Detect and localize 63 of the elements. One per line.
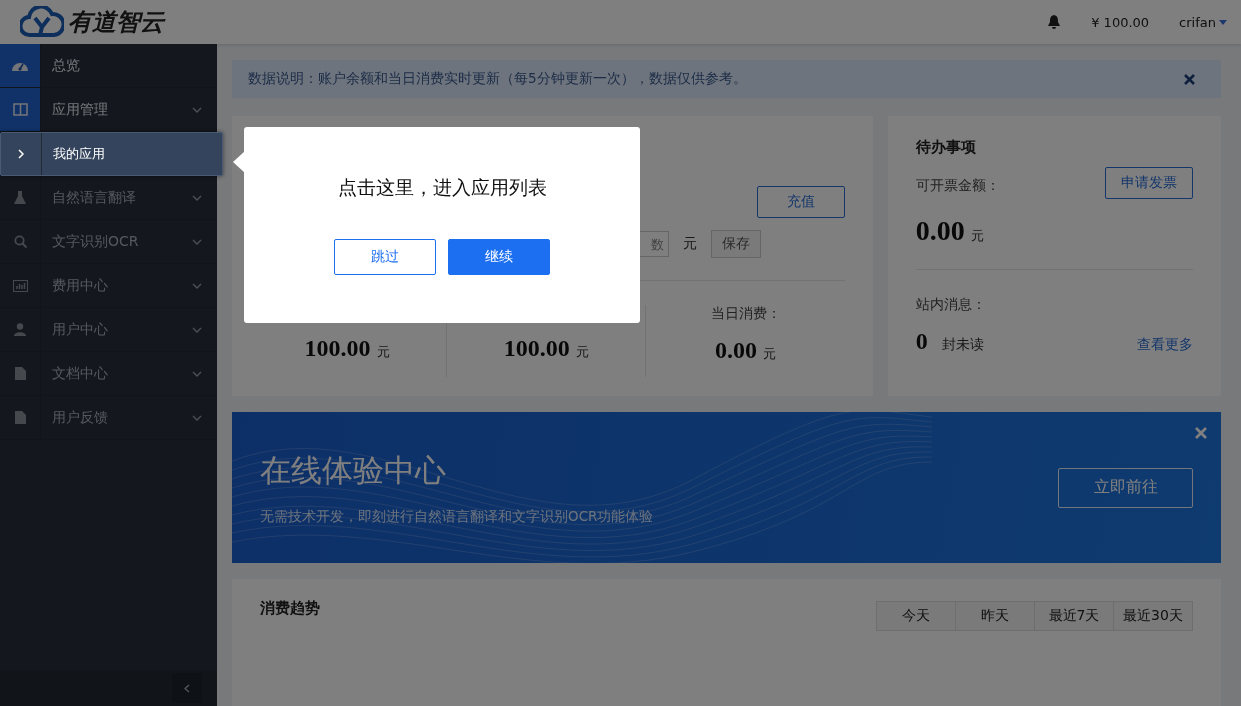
account-balance: ¥ 100.00 [1091, 14, 1150, 30]
stat-label: 当日消费： [710, 305, 781, 323]
unit-label: 元 [376, 343, 390, 361]
unit-label: 元 [763, 345, 777, 363]
columns-icon [12, 103, 28, 116]
skip-button[interactable]: 跳过 [334, 239, 436, 275]
promo-subtitle: 无需技术开发，即刻进行自然语言翻译和文字识别OCR功能体验 [260, 507, 654, 526]
stat-value: 100.00 [304, 335, 371, 362]
submenu-item[interactable]: 我的应用 [0, 132, 223, 176]
sidebar-item[interactable]: 用户反馈 [0, 396, 217, 440]
guide-message: 点击这里，进入应用列表 [337, 175, 547, 200]
caret-icon [1219, 19, 1227, 25]
sidebar-item[interactable]: 费用中心 [0, 264, 217, 308]
brand-name: 有道智云 [68, 7, 164, 38]
user-menu[interactable]: crifan [1179, 14, 1227, 30]
range-tab[interactable]: 最近7天 [1034, 601, 1114, 631]
unread-count: 0 [915, 328, 928, 355]
user-icon [14, 323, 26, 336]
card-title: 待办事项 [915, 138, 977, 157]
continue-button[interactable]: 继续 [448, 239, 550, 275]
document-icon [14, 411, 26, 424]
go-now-button[interactable]: 立即前往 [1058, 467, 1193, 508]
range-tab[interactable]: 最近30天 [1113, 601, 1193, 631]
promo-title: 在线体验中心 [260, 450, 447, 490]
nav-label: 我的应用 [52, 145, 106, 163]
stat-value: 0.00 [715, 337, 758, 364]
invoice-button[interactable]: 申请发票 [1105, 167, 1193, 199]
sidebar-item[interactable]: 自然语言翻译 [0, 176, 217, 220]
messages-label: 站内消息： [915, 296, 987, 314]
unit-label: 元 [682, 235, 697, 253]
sidebar-item[interactable]: 用户中心 [0, 308, 217, 352]
nav-label: 用户中心 [51, 320, 109, 339]
chevron-left-icon [184, 683, 190, 693]
document-icon [14, 367, 26, 380]
range-tab[interactable]: 昨天 [955, 601, 1035, 631]
range-tab[interactable]: 今天 [876, 601, 956, 631]
card-title: 消费趋势 [260, 599, 320, 618]
nav-label: 用户反馈 [51, 408, 109, 427]
invoice-amount: 0.00 [915, 215, 965, 247]
recharge-button[interactable]: 充值 [756, 186, 845, 218]
nav-label: 文字识别OCR [51, 232, 140, 251]
nav-label: 文档中心 [51, 364, 109, 383]
nav-label: 总览 [51, 56, 81, 75]
flask-icon [14, 191, 26, 204]
close-icon[interactable] [1184, 73, 1195, 85]
stat-value: 100.00 [503, 335, 570, 362]
view-more-link[interactable]: 查看更多 [1137, 336, 1193, 354]
invoice-label: 可开票金额： [915, 177, 1000, 195]
bell-icon[interactable] [1047, 14, 1062, 30]
nav-label: 费用中心 [51, 276, 109, 295]
cloud-logo-icon [20, 6, 64, 38]
search-icon [13, 235, 27, 248]
unit-label: 元 [575, 343, 589, 361]
sidebar-item[interactable]: 文档中心 [0, 352, 217, 396]
unit-label: 元 [970, 227, 984, 245]
notice-text: 数据说明：账户余额和当日消费实时更新（每5分钟更新一次），数据仅供参考。 [248, 70, 747, 88]
nav-label: 自然语言翻译 [51, 188, 137, 207]
unread-label: 封未读 [941, 336, 985, 354]
bar-chart-icon [12, 279, 28, 292]
nav-label: 应用管理 [51, 100, 109, 119]
chevron-right-icon [18, 149, 24, 159]
save-button[interactable]: 保存 [710, 230, 761, 258]
sidebar-item[interactable]: 文字识别OCR [0, 220, 217, 264]
